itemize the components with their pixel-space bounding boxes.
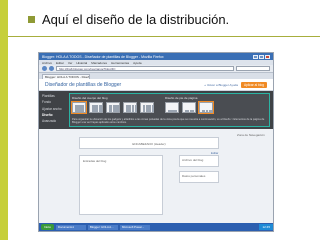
window-controls <box>253 54 270 59</box>
designer-header: Diseñador de plantillas de Blogger « Vol… <box>39 79 273 91</box>
layout-thumb[interactable] <box>140 102 154 113</box>
layout-thumb[interactable] <box>123 102 137 113</box>
footer-layout-label: Diseño de pie de página <box>165 96 198 100</box>
footer-layout-group: Diseño de pie de página <box>165 96 214 114</box>
menu-item[interactable]: Ayuda <box>133 61 141 65</box>
taskbar-item[interactable]: Microsoft Power... <box>120 224 151 230</box>
sidebar-item-width[interactable]: Ajustar ancho <box>42 107 66 111</box>
designer-sidebar: Plantillas Fondo Ajustar ancho Diseño Av… <box>39 91 69 129</box>
layout-options-panel: Diseño del cuerpo del blog Diseño de pie… <box>69 93 270 127</box>
slide-accent-rule <box>8 36 320 37</box>
forward-icon[interactable] <box>49 66 54 71</box>
address-bar[interactable]: http://draft.blogger.com/rearrange?blogI… <box>56 66 234 71</box>
window-title-bar: Blogger: HOLA A TODOS - Diseñador de pla… <box>39 53 273 60</box>
system-clock: 12:45 <box>259 224 273 230</box>
slide-bullet: Aquí el diseño de la distribución. <box>28 10 229 28</box>
window-title: Blogger: HOLA A TODOS - Diseñador de pla… <box>42 54 164 59</box>
preview-header: ENCABEZADO (Header) <box>79 137 219 149</box>
preview-sidebar-profile: Datos personales <box>179 171 219 183</box>
layout-thumb[interactable] <box>71 101 87 114</box>
slide-accent-bar <box>0 0 8 240</box>
start-button[interactable]: Inicio <box>41 224 55 230</box>
sidebar-item-advanced[interactable]: Avanzado <box>42 119 66 123</box>
bullet-square-icon <box>28 15 35 23</box>
minimize-icon[interactable] <box>253 54 258 59</box>
back-icon[interactable] <box>42 66 47 71</box>
close-icon[interactable] <box>265 54 270 59</box>
navigation-toolbar: http://draft.blogger.com/rearrange?blogI… <box>39 65 273 73</box>
layout-thumb[interactable] <box>106 102 120 113</box>
footer-thumb[interactable] <box>165 102 179 113</box>
menu-item[interactable]: Historial <box>76 61 87 65</box>
preview-sidebar-archive: Archivo del blog <box>179 155 219 167</box>
menu-item[interactable]: Marcadores <box>91 61 107 65</box>
menu-item[interactable]: Herramientas <box>111 61 129 65</box>
footer-thumb[interactable] <box>198 101 214 114</box>
browser-screenshot: Blogger: HOLA A TODOS - Diseñador de pla… <box>38 52 274 232</box>
maximize-icon[interactable] <box>259 54 264 59</box>
layout-note: Para organizar la ubicación de los gadge… <box>72 117 265 124</box>
taskbar-item[interactable]: Documento1 <box>56 224 87 230</box>
menu-item[interactable]: Editar <box>56 61 64 65</box>
preview-right-label: Zona de Navegación <box>237 133 265 137</box>
sidebar-item-background[interactable]: Fondo <box>42 100 66 104</box>
menu-item[interactable]: Ver <box>68 61 73 65</box>
body-layout-group: Diseño del cuerpo del blog <box>71 96 154 114</box>
search-input[interactable] <box>236 66 270 71</box>
tab-blogger[interactable]: Blogger: HOLA A TODOS - Diseñador de... <box>42 74 90 79</box>
designer-links[interactable]: « Volver a Blogger Ayuda <box>204 83 238 87</box>
preview-posts: Entradas del blog <box>79 155 163 215</box>
sidebar-item-layout[interactable]: Diseño <box>42 113 66 117</box>
footer-thumb[interactable] <box>182 102 196 113</box>
body-layout-label: Diseño del cuerpo del blog <box>72 96 108 100</box>
sidebar-item-templates[interactable]: Plantillas <box>42 94 66 98</box>
designer-title: Diseñador de plantillas de Blogger <box>45 81 122 88</box>
page-preview: Zona de Navegación ENCABEZADO (Header) E… <box>39 129 273 225</box>
menu-item[interactable]: Archivo <box>42 61 52 65</box>
designer-panel: Plantillas Fondo Ajustar ancho Diseño Av… <box>39 91 273 129</box>
taskbar: Inicio Documento1 Blogger: HOLA A... Mic… <box>39 223 273 231</box>
layout-thumb[interactable] <box>89 102 103 113</box>
slide-heading: Aquí el diseño de la distribución. <box>42 11 230 27</box>
apply-button[interactable]: Aplicar al blog <box>240 81 267 88</box>
taskbar-item[interactable]: Blogger: HOLA A... <box>88 224 119 230</box>
